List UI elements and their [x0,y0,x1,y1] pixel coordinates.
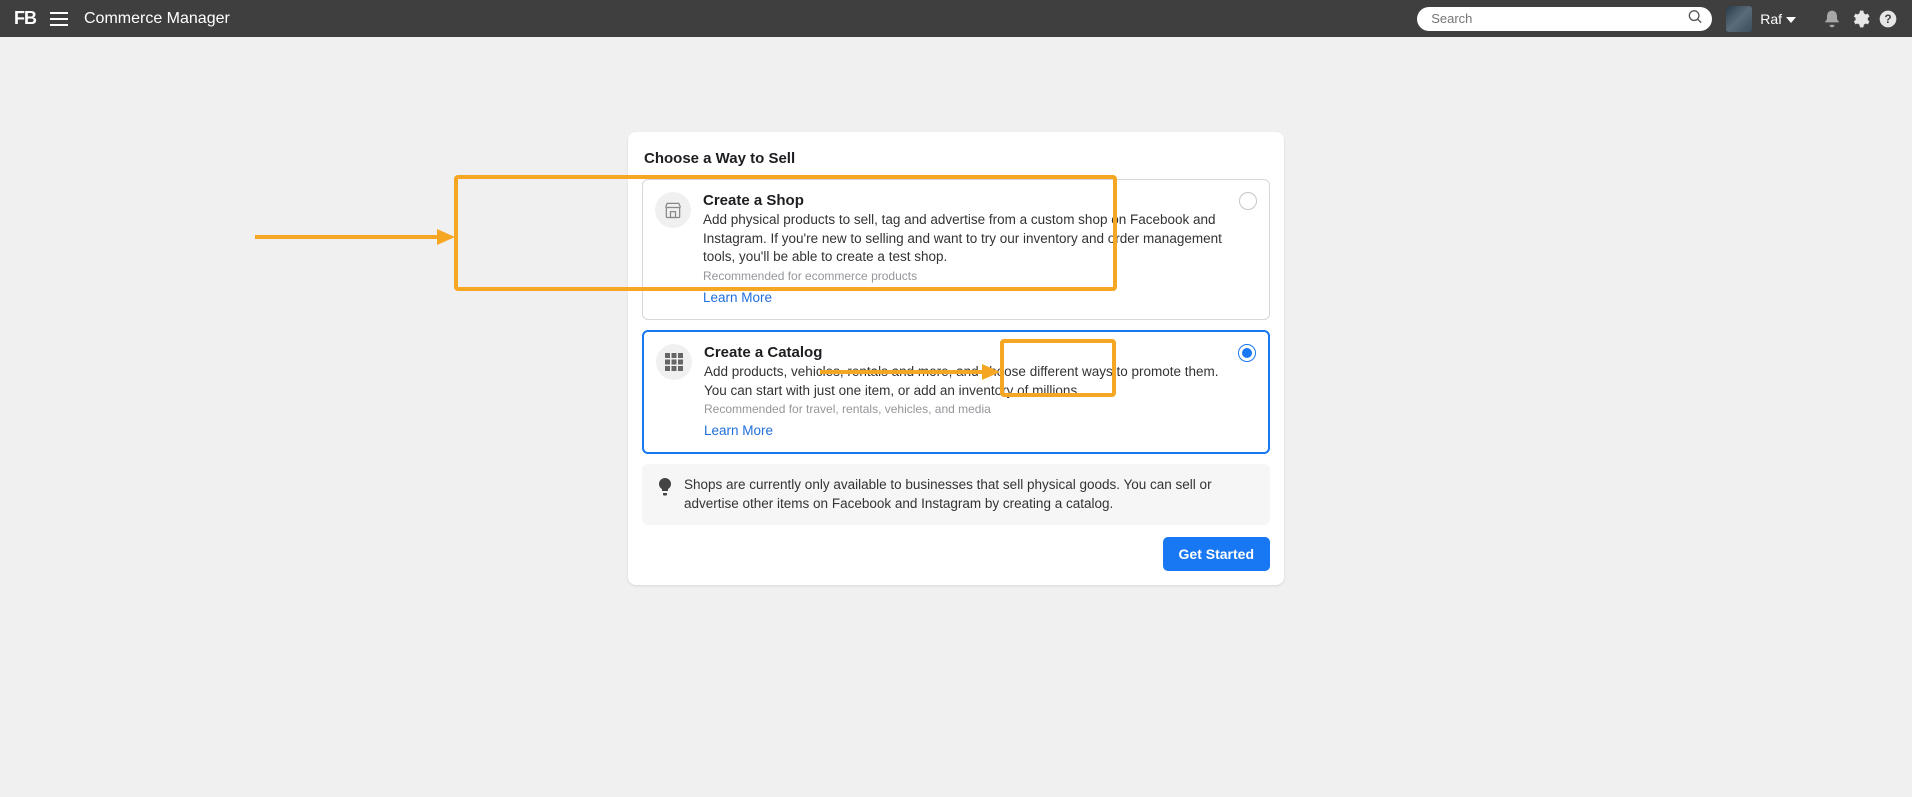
option-title: Create a Catalog [704,344,1224,361]
card-footer: Get Started [642,537,1270,571]
card-title: Choose a Way to Sell [642,150,1270,167]
bell-icon[interactable] [1822,9,1842,29]
info-box: Shops are currently only available to bu… [642,464,1270,525]
radio-unselected[interactable] [1239,192,1257,210]
search-input[interactable] [1417,7,1712,31]
grid-icon [656,344,692,380]
option-desc: Add physical products to sell, tag and a… [703,211,1225,267]
avatar[interactable] [1726,6,1752,32]
lightbulb-icon [658,478,672,502]
option-create-shop[interactable]: Create a Shop Add physical products to s… [642,179,1270,320]
learn-more-link[interactable]: Learn More [703,290,772,305]
fb-logo: FB [14,8,36,29]
info-text: Shops are currently only available to bu… [684,476,1254,513]
app-title: Commerce Manager [84,10,230,28]
main-area: Choose a Way to Sell Create a Shop Add p… [0,37,1912,585]
option-recommended: Recommended for travel, rentals, vehicle… [704,402,1224,416]
search-wrap [1417,7,1712,31]
username[interactable]: Raf [1760,11,1782,27]
top-bar: FB Commerce Manager Raf ? [0,0,1912,37]
shop-icon [655,192,691,228]
chevron-down-icon[interactable] [1786,10,1796,28]
option-create-catalog[interactable]: Create a Catalog Add products, vehicles,… [642,330,1270,454]
gear-icon[interactable] [1850,9,1870,29]
help-icon[interactable]: ? [1878,9,1898,29]
learn-more-link[interactable]: Learn More [704,423,773,438]
option-title: Create a Shop [703,192,1225,209]
choose-way-card: Choose a Way to Sell Create a Shop Add p… [628,132,1284,585]
radio-selected[interactable] [1238,344,1256,362]
option-desc: Add products, vehicles, rentals and more… [704,363,1224,400]
svg-text:?: ? [1884,13,1891,26]
get-started-button[interactable]: Get Started [1163,537,1270,571]
hamburger-icon[interactable] [50,12,68,26]
option-recommended: Recommended for ecommerce products [703,269,1225,283]
arrow-to-catalog [255,227,455,247]
